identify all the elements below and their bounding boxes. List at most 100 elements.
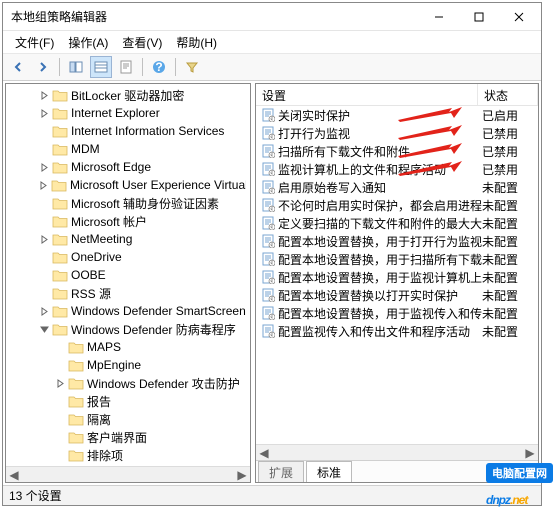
- list-row[interactable]: 监视计算机上的文件和程序活动已禁用: [256, 160, 538, 178]
- folder-icon: [52, 88, 68, 102]
- setting-status: 未配置: [482, 215, 534, 232]
- scroll-left-icon[interactable]: ◀: [6, 467, 22, 483]
- list-row[interactable]: 打开行为监视已禁用: [256, 124, 538, 142]
- tree-item[interactable]: Internet Information Services: [6, 122, 250, 140]
- policy-icon: [260, 323, 276, 339]
- tree-item-label: Internet Explorer: [71, 106, 160, 120]
- column-setting[interactable]: 设置: [256, 84, 478, 105]
- menu-file[interactable]: 文件(F): [9, 32, 60, 53]
- list-row[interactable]: 配置本地设置替换，用于扫描所有下载…未配置: [256, 250, 538, 268]
- filter-button[interactable]: [181, 56, 203, 78]
- policy-icon: [260, 287, 276, 303]
- tree-item[interactable]: Microsoft 辅助身份验证因素: [6, 194, 250, 212]
- list-scroll[interactable]: 关闭实时保护已启用打开行为监视已禁用扫描所有下载文件和附件已禁用监视计算机上的文…: [256, 106, 538, 444]
- twisty-none: [38, 269, 50, 281]
- chevron-right-icon[interactable]: [38, 89, 50, 101]
- tree-item[interactable]: 排除项: [6, 446, 250, 464]
- column-status[interactable]: 状态: [478, 84, 538, 105]
- tree-item-label: OneDrive: [71, 250, 122, 264]
- scroll-right-icon[interactable]: ▶: [522, 445, 538, 461]
- tree-item[interactable]: 签名更新: [6, 464, 250, 466]
- list-hscroll[interactable]: ◀ ▶: [256, 444, 538, 460]
- tree-item-label: Microsoft User Experience Virtualiza: [70, 178, 246, 192]
- list-row[interactable]: 启用原始卷写入通知未配置: [256, 178, 538, 196]
- chevron-right-icon[interactable]: [54, 377, 66, 389]
- list-row[interactable]: 扫描所有下载文件和附件已禁用: [256, 142, 538, 160]
- list-row[interactable]: 配置本地设置替换，用于打开行为监视未配置: [256, 232, 538, 250]
- tab-extended[interactable]: 扩展: [258, 461, 304, 483]
- properties-button[interactable]: [115, 56, 137, 78]
- tree-item[interactable]: BitLocker 驱动器加密: [6, 86, 250, 104]
- tree-item-label: Internet Information Services: [71, 124, 224, 138]
- list-view-button[interactable]: [90, 56, 112, 78]
- list-row[interactable]: 定义要扫描的下载文件和附件的最大大小未配置: [256, 214, 538, 232]
- tree-hscroll[interactable]: ◀ ▶: [6, 466, 250, 482]
- folder-icon: [68, 394, 84, 408]
- setting-status: 已启用: [482, 107, 534, 124]
- policy-icon: [260, 215, 276, 231]
- tree-item[interactable]: MDM: [6, 140, 250, 158]
- tree-item[interactable]: 报告: [6, 392, 250, 410]
- tree-item[interactable]: MAPS: [6, 338, 250, 356]
- tree-item[interactable]: Internet Explorer: [6, 104, 250, 122]
- policy-icon: [260, 269, 276, 285]
- scroll-left-icon[interactable]: ◀: [256, 445, 272, 461]
- tree-item[interactable]: MpEngine: [6, 356, 250, 374]
- tree-item[interactable]: Microsoft Edge: [6, 158, 250, 176]
- chevron-right-icon[interactable]: [38, 233, 50, 245]
- tree-item[interactable]: RSS 源: [6, 284, 250, 302]
- help-button[interactable]: ?: [148, 56, 170, 78]
- setting-name: 启用原始卷写入通知: [278, 179, 482, 196]
- menu-action[interactable]: 操作(A): [62, 32, 114, 53]
- tree-item-label: MpEngine: [87, 358, 141, 372]
- content-area: BitLocker 驱动器加密 Internet Explorer Internet…: [3, 81, 541, 485]
- tab-standard[interactable]: 标准: [306, 461, 352, 483]
- policy-icon: [260, 143, 276, 159]
- chevron-right-icon[interactable]: [38, 179, 49, 191]
- scroll-right-icon[interactable]: ▶: [234, 467, 250, 483]
- tree-item[interactable]: OneDrive: [6, 248, 250, 266]
- list-row[interactable]: 关闭实时保护已启用: [256, 106, 538, 124]
- policy-icon: [260, 305, 276, 321]
- setting-status: 未配置: [482, 305, 534, 322]
- list-header: 设置 状态: [256, 84, 538, 106]
- tree-item-label: 报告: [87, 393, 111, 410]
- menu-view[interactable]: 查看(V): [116, 32, 168, 53]
- tree-item[interactable]: Microsoft 帐户: [6, 212, 250, 230]
- tree-item[interactable]: Windows Defender 攻击防护: [6, 374, 250, 392]
- list-row[interactable]: 配置本地设置替换，用于监视传入和传…未配置: [256, 304, 538, 322]
- maximize-button[interactable]: [459, 3, 499, 31]
- close-button[interactable]: [499, 3, 539, 31]
- folder-icon: [52, 214, 68, 228]
- setting-status: 未配置: [482, 251, 534, 268]
- twisty-none: [38, 215, 50, 227]
- folder-icon: [52, 286, 68, 300]
- tree-item[interactable]: Windows Defender SmartScreen: [6, 302, 250, 320]
- tree-item[interactable]: NetMeeting: [6, 230, 250, 248]
- watermark-logo: 电脑配置网 dnpz.net: [486, 463, 553, 511]
- show-tree-button[interactable]: [65, 56, 87, 78]
- forward-button[interactable]: [32, 56, 54, 78]
- setting-status: 已禁用: [482, 143, 534, 160]
- chevron-right-icon[interactable]: [38, 305, 50, 317]
- list-row[interactable]: 配置监视传入和传出文件和程序活动未配置: [256, 322, 538, 340]
- tree-item[interactable]: Windows Defender 防病毒程序: [6, 320, 250, 338]
- list-row[interactable]: 配置本地设置替换，用于监视计算机上…未配置: [256, 268, 538, 286]
- folder-icon: [52, 106, 68, 120]
- chevron-right-icon[interactable]: [38, 107, 50, 119]
- tree-item[interactable]: Microsoft User Experience Virtualiza: [6, 176, 250, 194]
- folder-icon: [68, 430, 84, 444]
- tree-item[interactable]: OOBE: [6, 266, 250, 284]
- tree-item[interactable]: 客户端界面: [6, 428, 250, 446]
- setting-status: 未配置: [482, 233, 534, 250]
- chevron-right-icon[interactable]: [38, 161, 50, 173]
- list-row[interactable]: 不论何时启用实时保护，都会启用进程…未配置: [256, 196, 538, 214]
- tree-item[interactable]: 隔离: [6, 410, 250, 428]
- menu-help[interactable]: 帮助(H): [170, 32, 223, 53]
- setting-name: 打开行为监视: [278, 125, 482, 142]
- list-row[interactable]: 配置本地设置替换以打开实时保护未配置: [256, 286, 538, 304]
- tree-scroll[interactable]: BitLocker 驱动器加密 Internet Explorer Internet…: [6, 84, 250, 466]
- chevron-down-icon[interactable]: [38, 323, 50, 335]
- back-button[interactable]: [7, 56, 29, 78]
- minimize-button[interactable]: [419, 3, 459, 31]
